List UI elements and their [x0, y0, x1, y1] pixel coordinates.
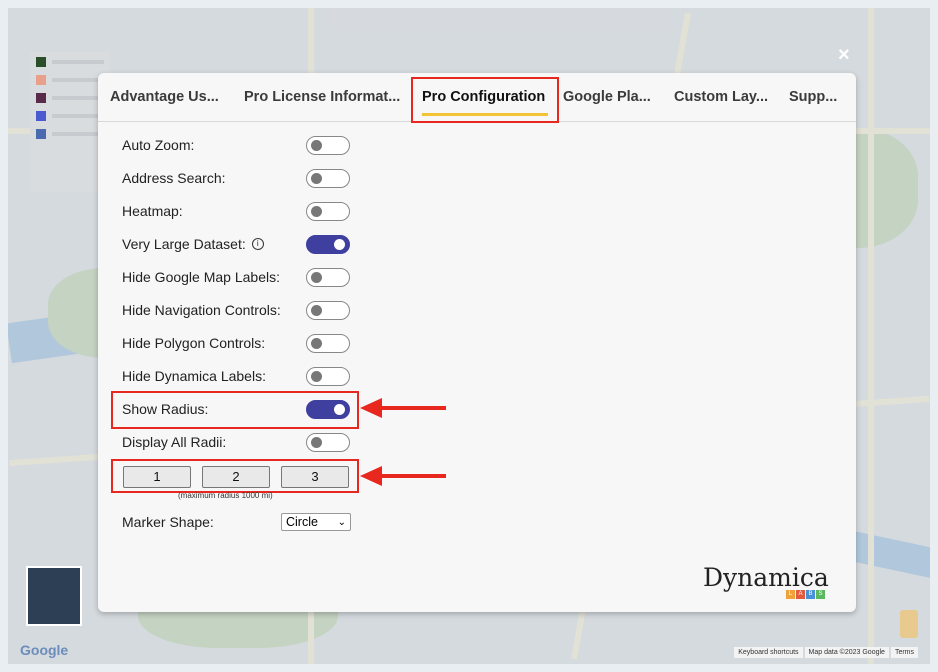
radius-note: (maximum radius 1000 mi) [178, 491, 273, 500]
heatmap-toggle[interactable] [306, 202, 350, 221]
chevron-down-icon: ⌄ [337, 516, 346, 528]
tab-google-places[interactable]: Google Pla... [563, 89, 651, 105]
labs-letter-b: B [806, 590, 815, 599]
marker-shape-value: Circle [286, 515, 318, 529]
auto-zoom-label: Auto Zoom: [122, 137, 195, 153]
hide-dynamica-labels-toggle[interactable] [306, 367, 350, 386]
map-attribution: Keyboard shortcuts Map data ©2023 Google… [734, 647, 918, 658]
hide-polygon-controls-label: Hide Polygon Controls: [122, 335, 266, 351]
map-type-thumbnail[interactable] [26, 566, 82, 626]
radius-input-2[interactable]: 2 [202, 466, 270, 488]
terms-link[interactable]: Terms [890, 647, 918, 658]
hide-google-map-labels-label: Hide Google Map Labels: [122, 269, 280, 285]
display-all-radii-label: Display All Radii: [122, 434, 227, 450]
address-search-label: Address Search: [122, 170, 226, 186]
very-large-dataset-row: Very Large Dataset: i [122, 233, 264, 255]
marker-shape-label: Marker Shape: [122, 514, 214, 530]
tab-pro-license-information[interactable]: Pro License Informat... [244, 89, 400, 105]
close-icon[interactable]: × [838, 44, 850, 67]
very-large-dataset-label: Very Large Dataset: [122, 236, 246, 252]
hide-google-map-labels-toggle[interactable] [306, 268, 350, 287]
heatmap-label: Heatmap: [122, 203, 183, 219]
show-radius-label: Show Radius: [122, 401, 209, 417]
map-data-text: Map data ©2023 Google [804, 647, 889, 658]
radius-input-3[interactable]: 3 [281, 466, 349, 488]
address-search-toggle[interactable] [306, 169, 350, 188]
tab-custom-layers[interactable]: Custom Lay... [674, 89, 768, 105]
tab-highlight-box [411, 77, 559, 123]
display-all-radii-toggle[interactable] [306, 433, 350, 452]
pegman-button[interactable] [900, 610, 918, 638]
hide-navigation-controls-label: Hide Navigation Controls: [122, 302, 281, 318]
arrow-radius-inputs-icon [360, 466, 446, 486]
labs-logo: L A B S [786, 590, 825, 599]
very-large-dataset-toggle[interactable] [306, 235, 350, 254]
dynamica-logo: Dynamica [703, 563, 829, 592]
hide-polygon-controls-toggle[interactable] [306, 334, 350, 353]
hide-dynamica-labels-label: Hide Dynamica Labels: [122, 368, 266, 384]
labs-letter-a: A [796, 590, 805, 599]
radius-input-1[interactable]: 1 [123, 466, 191, 488]
keyboard-shortcuts-link[interactable]: Keyboard shortcuts [734, 647, 803, 658]
tab-advantage-users[interactable]: Advantage Us... [110, 89, 219, 105]
auto-zoom-toggle[interactable] [306, 136, 350, 155]
info-icon[interactable]: i [251, 238, 264, 250]
tab-bar: Advantage Us... Pro License Informat... … [98, 73, 856, 123]
settings-dialog: Advantage Us... Pro License Informat... … [98, 73, 856, 612]
google-logo: Google [20, 642, 69, 658]
labs-letter-s: S [816, 590, 825, 599]
show-radius-toggle[interactable] [306, 400, 350, 419]
tab-support[interactable]: Supp... [789, 89, 837, 105]
labs-letter-l: L [786, 590, 795, 599]
arrow-show-radius-icon [360, 398, 446, 418]
marker-shape-select[interactable]: Circle ⌄ [281, 513, 351, 531]
hide-navigation-controls-toggle[interactable] [306, 301, 350, 320]
